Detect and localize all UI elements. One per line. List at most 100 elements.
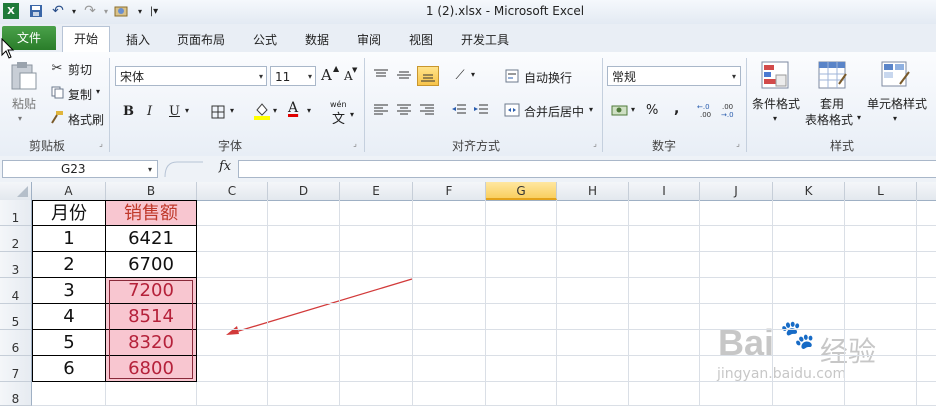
increase-indent-icon[interactable] bbox=[472, 102, 490, 118]
fill-color-icon[interactable] bbox=[252, 101, 272, 121]
row-header-3[interactable]: 3 bbox=[0, 252, 32, 278]
fill-color-dropdown-icon[interactable]: ▾ bbox=[273, 106, 277, 115]
tab-view[interactable]: 视图 bbox=[400, 30, 442, 50]
underline-button[interactable]: U bbox=[169, 104, 180, 119]
table-cell[interactable]: 8514 bbox=[106, 304, 197, 330]
column-header-f[interactable]: F bbox=[413, 182, 486, 200]
format-as-table-label-1[interactable]: 套用 bbox=[820, 95, 844, 112]
column-header-a[interactable]: A bbox=[32, 182, 106, 200]
wrap-text-button[interactable]: 自动换行 bbox=[524, 69, 572, 86]
row-header-5[interactable]: 5 bbox=[0, 304, 32, 330]
column-header-j[interactable]: J bbox=[700, 182, 773, 200]
name-box[interactable]: G23 bbox=[2, 160, 158, 178]
table-cell[interactable]: 5 bbox=[32, 330, 106, 356]
format-painter-button[interactable]: 格式刷 bbox=[68, 111, 104, 128]
decrease-indent-icon[interactable] bbox=[450, 102, 468, 118]
bold-button[interactable]: B bbox=[123, 104, 134, 119]
conditional-formatting-dropdown-icon[interactable]: ▾ bbox=[773, 114, 777, 123]
number-format-dropdown-icon[interactable]: ▾ bbox=[729, 68, 739, 84]
font-launcher-icon[interactable]: ⌟ bbox=[350, 138, 360, 148]
column-header-l[interactable]: L bbox=[845, 182, 917, 200]
select-all-corner[interactable] bbox=[0, 182, 32, 200]
table-cell[interactable]: 4 bbox=[32, 304, 106, 330]
table-cell[interactable]: 8320 bbox=[106, 330, 197, 356]
table-cell[interactable]: 3 bbox=[32, 278, 106, 304]
table-cell[interactable]: 6800 bbox=[106, 356, 197, 382]
format-as-table-icon[interactable] bbox=[815, 58, 849, 92]
font-name-dropdown-icon[interactable]: ▾ bbox=[256, 68, 266, 84]
paste-button[interactable]: 粘贴 bbox=[12, 95, 36, 112]
table-cell[interactable]: 6 bbox=[32, 356, 106, 382]
formula-bar-splitter[interactable] bbox=[163, 160, 207, 178]
column-header-k[interactable]: K bbox=[773, 182, 845, 200]
column-header-e[interactable]: E bbox=[340, 182, 413, 200]
row-header-2[interactable]: 2 bbox=[0, 226, 32, 252]
grow-font-button[interactable]: A bbox=[321, 66, 332, 84]
tab-formulas[interactable]: 公式 bbox=[244, 30, 286, 50]
table-cell[interactable]: 6700 bbox=[106, 252, 197, 278]
copy-button[interactable]: 复制 bbox=[68, 86, 92, 103]
column-header-h[interactable]: H bbox=[557, 182, 629, 200]
orientation-icon[interactable]: ⟋ bbox=[450, 67, 470, 83]
table-cell[interactable]: 1 bbox=[32, 226, 106, 252]
table-cell[interactable]: 7200 bbox=[106, 278, 197, 304]
align-bottom-icon[interactable] bbox=[417, 66, 439, 86]
column-header-b[interactable]: B bbox=[106, 182, 197, 200]
copy-dropdown-icon[interactable]: ▾ bbox=[96, 87, 100, 96]
font-color-button[interactable]: A bbox=[288, 100, 298, 116]
row-header-8[interactable]: 8 bbox=[0, 382, 32, 406]
clipboard-launcher-icon[interactable]: ⌟ bbox=[96, 138, 106, 148]
decrease-decimal-icon[interactable]: .00 →.0 bbox=[720, 101, 742, 119]
number-launcher-icon[interactable]: ⌟ bbox=[733, 138, 743, 148]
cut-button[interactable]: 剪切 bbox=[68, 61, 92, 78]
tab-developer[interactable]: 开发工具 bbox=[452, 30, 518, 50]
number-format-box[interactable]: 常规 bbox=[607, 66, 741, 86]
italic-button[interactable]: I bbox=[147, 104, 152, 119]
underline-dropdown-icon[interactable]: ▾ bbox=[185, 106, 189, 115]
tab-data[interactable]: 数据 bbox=[296, 30, 338, 50]
borders-dropdown-icon[interactable]: ▾ bbox=[230, 106, 234, 115]
increase-decimal-icon[interactable]: ←.0.00 bbox=[696, 101, 718, 119]
align-middle-icon[interactable] bbox=[395, 67, 413, 83]
formula-input[interactable] bbox=[238, 160, 936, 178]
percent-button[interactable]: % bbox=[646, 103, 658, 118]
row-header-1[interactable]: 1 bbox=[0, 200, 32, 226]
cell-styles-icon[interactable] bbox=[878, 58, 912, 92]
align-top-icon[interactable] bbox=[372, 67, 390, 83]
merge-dropdown-icon[interactable]: ▾ bbox=[589, 105, 593, 114]
column-header-i[interactable]: I bbox=[629, 182, 700, 200]
column-header-g[interactable]: G bbox=[486, 182, 557, 200]
format-as-table-label-2[interactable]: 表格格式 bbox=[805, 111, 853, 128]
comma-style-button[interactable]: , bbox=[674, 101, 679, 117]
table-cell[interactable]: 6421 bbox=[106, 226, 197, 252]
currency-icon[interactable] bbox=[610, 102, 630, 118]
row-header-7[interactable]: 7 bbox=[0, 356, 32, 382]
tab-review[interactable]: 审阅 bbox=[348, 30, 390, 50]
tab-page-layout[interactable]: 页面布局 bbox=[168, 30, 234, 50]
table-cell[interactable]: 2 bbox=[32, 252, 106, 278]
merge-center-button[interactable]: 合并后居中 bbox=[524, 103, 584, 120]
phonetic-dropdown-icon[interactable]: ▾ bbox=[350, 110, 354, 119]
align-right-icon[interactable] bbox=[418, 102, 436, 118]
table-cell[interactable]: 销售额 bbox=[106, 200, 197, 226]
row-header-6[interactable]: 6 bbox=[0, 330, 32, 356]
currency-dropdown-icon[interactable]: ▾ bbox=[631, 105, 635, 114]
orientation-dropdown-icon[interactable]: ▾ bbox=[471, 70, 475, 79]
conditional-formatting-button[interactable]: 条件格式 bbox=[752, 95, 800, 112]
borders-icon[interactable] bbox=[209, 103, 227, 121]
align-center-icon[interactable] bbox=[395, 102, 413, 118]
insert-function-button[interactable]: fx bbox=[219, 159, 231, 174]
align-left-icon[interactable] bbox=[372, 102, 390, 118]
cell-styles-button[interactable]: 单元格样式 bbox=[867, 95, 927, 112]
paste-dropdown-icon[interactable]: ▾ bbox=[18, 114, 22, 123]
tab-home[interactable]: 开始 bbox=[62, 26, 110, 53]
font-size-dropdown-icon[interactable]: ▾ bbox=[305, 68, 315, 84]
paste-icon[interactable] bbox=[6, 60, 40, 92]
column-header-d[interactable]: D bbox=[268, 182, 340, 200]
column-header-c[interactable]: C bbox=[197, 182, 268, 200]
format-as-table-dropdown-icon[interactable]: ▾ bbox=[857, 113, 861, 122]
cell-styles-dropdown-icon[interactable]: ▾ bbox=[893, 114, 897, 123]
font-color-dropdown-icon[interactable]: ▾ bbox=[307, 106, 311, 115]
font-name-box[interactable]: 宋体 bbox=[115, 66, 267, 86]
name-box-dropdown-icon[interactable]: ▾ bbox=[145, 161, 155, 177]
